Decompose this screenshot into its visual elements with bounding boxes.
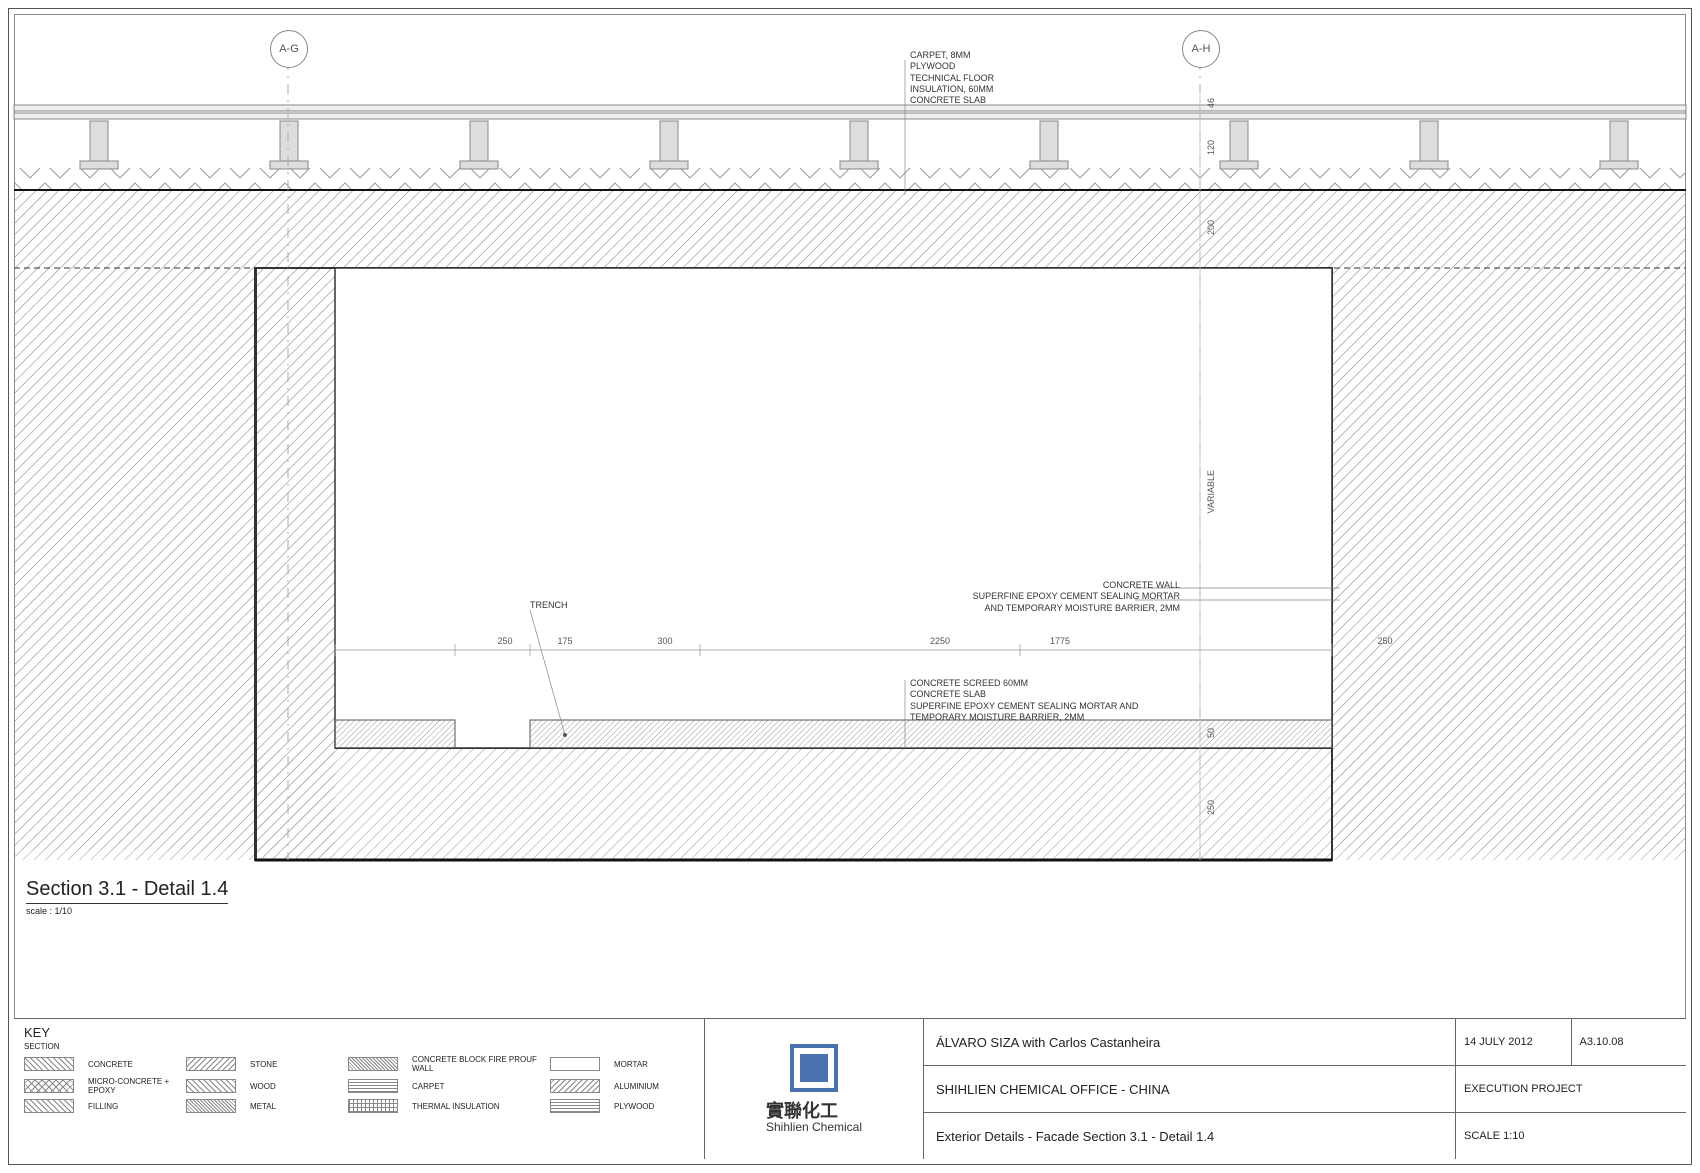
dim-250-right: 250 <box>1360 636 1410 646</box>
logo: 實聯化工 Shihlien Chemical <box>705 1019 924 1159</box>
dim-300: 300 <box>640 636 690 646</box>
sheet-number: A3.10.08 <box>1572 1019 1687 1065</box>
title-block: KEY SECTION CONCRETE STONE CONCRETE BLOC… <box>14 1018 1686 1159</box>
dim-175: 175 <box>545 636 585 646</box>
annotation-screed: CONCRETE SCREED 60MM CONCRETE SLAB SUPER… <box>910 678 1138 723</box>
drawing-title: Exterior Details - Facade Section 3.1 - … <box>924 1113 1455 1159</box>
grid-bubble-right: A-H <box>1182 30 1220 68</box>
dim-2250: 2250 <box>910 636 970 646</box>
project-info: ÁLVARO SIZA with Carlos Castanheira SHIH… <box>924 1019 1456 1159</box>
dim-50: 50 <box>1206 728 1216 738</box>
dim-250-bottom: 250 <box>1206 800 1216 815</box>
scale: SCALE 1:10 <box>1456 1113 1686 1159</box>
annotation-wall: CONCRETE WALL SUPERFINE EPOXY CEMENT SEA… <box>920 580 1180 614</box>
dim-1775: 1775 <box>1030 636 1090 646</box>
dim-250-left: 250 <box>480 636 530 646</box>
annotation-trench: TRENCH <box>530 600 568 611</box>
dim-120: 120 <box>1206 140 1216 155</box>
architect: ÁLVARO SIZA with Carlos Castanheira <box>924 1019 1455 1066</box>
dim-46: 46 <box>1206 98 1216 108</box>
drawing-canvas <box>0 0 1700 1020</box>
grid-bubble-left: A-G <box>270 30 308 68</box>
dim-200: 200 <box>1206 220 1216 235</box>
sheet-meta: 14 JULY 2012 A3.10.08 EXECUTION PROJECT … <box>1456 1019 1686 1159</box>
legend-key: KEY SECTION CONCRETE STONE CONCRETE BLOC… <box>14 1019 705 1159</box>
dim-variable: VARIABLE <box>1206 470 1216 513</box>
section-title: Section 3.1 - Detail 1.4 scale : 1/10 <box>26 878 228 916</box>
logo-icon <box>790 1044 838 1092</box>
project-name: SHIHLIEN CHEMICAL OFFICE - CHINA <box>924 1066 1455 1113</box>
annotation-floor-buildup: CARPET, 8MM PLYWOOD TECHNICAL FLOOR INSU… <box>910 50 994 106</box>
phase: EXECUTION PROJECT <box>1456 1066 1686 1112</box>
date: 14 JULY 2012 <box>1456 1019 1572 1065</box>
